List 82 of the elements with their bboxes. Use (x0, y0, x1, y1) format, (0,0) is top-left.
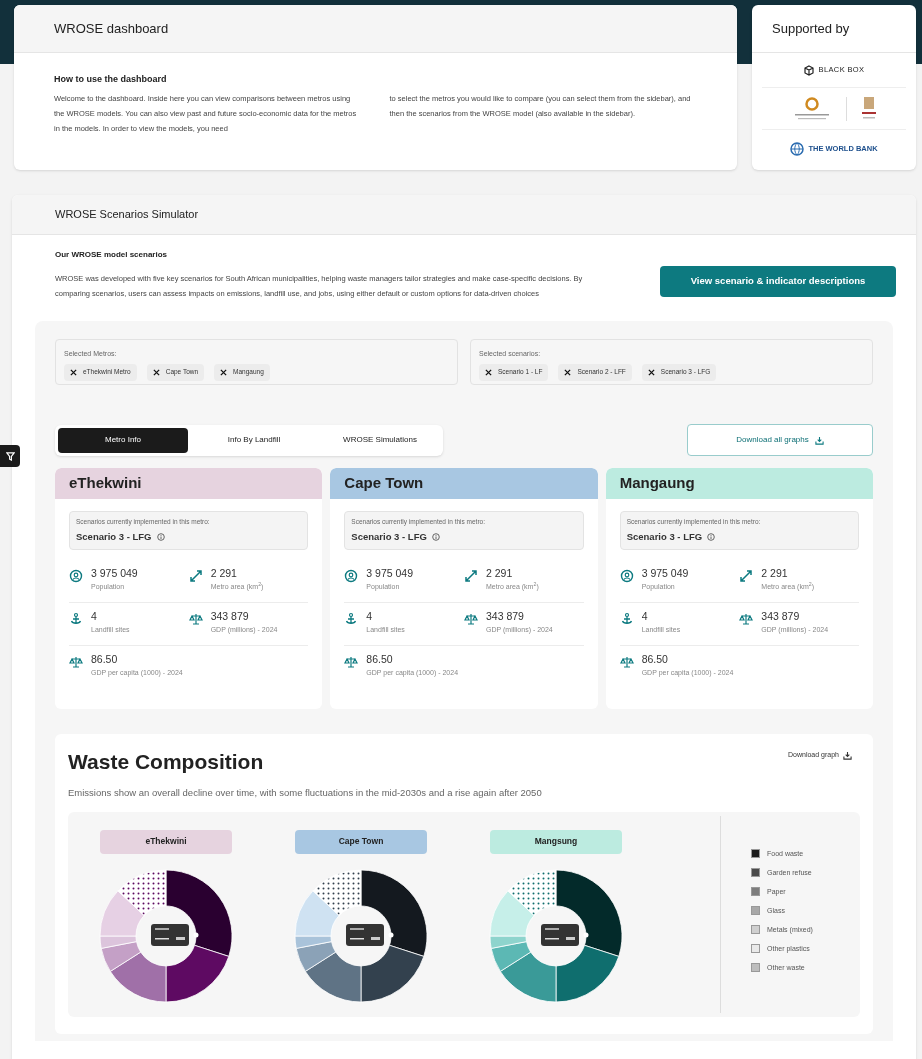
hover-dot (583, 932, 589, 938)
card-title: Supported by (772, 19, 850, 38)
info-icon[interactable] (431, 532, 440, 541)
stat-value: 2 291 (210, 566, 238, 581)
chart-title: Waste Composition (68, 749, 264, 775)
donut-slice[interactable] (507, 869, 557, 916)
tab[interactable]: WROSE Simulations (320, 427, 440, 453)
stat-value: 3 975 049 (641, 566, 689, 581)
metro-header: Mangaung (605, 468, 873, 499)
scales-icon (188, 612, 203, 626)
info-icon[interactable] (156, 532, 165, 541)
section-heading: Our WROSE model scenarios (55, 249, 169, 261)
globe-icon (790, 142, 805, 156)
close-icon[interactable] (485, 368, 492, 376)
person-icon (69, 569, 83, 583)
card-title: WROSE dashboard (54, 19, 169, 38)
close-icon[interactable] (220, 368, 228, 376)
diagonal-arrow-icon (464, 569, 478, 583)
stat-value: 86.50 (366, 652, 394, 667)
stat-value: 2 291 (486, 566, 514, 581)
tooltip (151, 923, 189, 946)
tooltip (541, 923, 579, 946)
scenario-name: Scenario 3 - LFG (351, 529, 427, 544)
scales-icon (344, 655, 359, 669)
scenario-name: Scenario 3 - LFG (76, 529, 152, 544)
stat-value: 2 291 (761, 566, 789, 581)
person-icon (619, 569, 634, 583)
filter-icon (5, 451, 15, 461)
chart-label: eThekwini (100, 829, 232, 854)
stat-value: 3 975 049 (91, 566, 138, 581)
anchor-icon (344, 612, 359, 626)
stat-value: 4 (366, 609, 374, 624)
close-icon[interactable] (564, 368, 572, 376)
card-title: WROSE Scenarios Simulator (55, 207, 199, 223)
stat-value: 343 879 (486, 609, 525, 624)
stat-value: 86.50 (641, 652, 669, 667)
sidebar-toggle-button[interactable] (0, 445, 20, 467)
close-icon[interactable] (647, 368, 655, 376)
metro-header: Cape Town (330, 468, 598, 499)
stat-value: 343 879 (761, 609, 801, 624)
stat-value: 86.50 (91, 652, 119, 667)
donut-slice[interactable] (165, 869, 233, 957)
donut-slice[interactable] (165, 944, 230, 1003)
view-descriptions-button[interactable]: View scenario & indicator descriptions (660, 265, 896, 297)
diagonal-arrow-icon (188, 569, 203, 583)
hover-dot (193, 932, 199, 938)
anchor-icon (69, 612, 83, 626)
scales-icon (619, 655, 634, 669)
hover-dot (388, 932, 394, 938)
close-icon[interactable] (70, 368, 77, 376)
download-all-button[interactable]: Download all graphs (687, 424, 873, 456)
donut-slice[interactable] (555, 944, 620, 1003)
info-icon[interactable] (707, 532, 716, 541)
chart-label: Cape Town (295, 829, 427, 854)
download-icon (843, 750, 852, 760)
stat-value: 4 (641, 609, 649, 624)
close-icon[interactable] (152, 368, 160, 376)
tab[interactable]: Info By Landfill (194, 427, 314, 453)
chart-label: Mangsung (490, 829, 622, 854)
stat-value: 343 879 (210, 609, 250, 624)
tab[interactable]: Metro Info (58, 427, 188, 453)
donut-slice[interactable] (117, 869, 167, 916)
cube-logo-icon (803, 64, 814, 76)
scales-icon (464, 612, 478, 626)
donut-slice[interactable] (555, 869, 623, 957)
crest-logo-icon (860, 95, 877, 122)
donut-slice[interactable] (360, 869, 428, 957)
diagonal-arrow-icon (739, 569, 754, 583)
tooltip (346, 923, 384, 946)
scales-icon (739, 612, 754, 626)
scenario-name: Scenario 3 - LFG (626, 529, 703, 544)
stat-value: 3 975 049 (366, 566, 414, 581)
person-icon (344, 569, 359, 583)
stat-value: 4 (91, 609, 98, 624)
section-heading: How to use the dashboard (54, 73, 168, 86)
download-icon (814, 435, 824, 445)
scales-icon (69, 655, 83, 669)
anchor-icon (619, 612, 634, 626)
metro-header: eThekwini (55, 468, 323, 499)
chart-subtitle: Emissions show an overall decline over time, with some fluctuations in the mid-2030s and a rise again after 2050 (68, 785, 543, 800)
donut-slice[interactable] (312, 869, 362, 916)
donut-slice[interactable] (360, 944, 425, 1003)
